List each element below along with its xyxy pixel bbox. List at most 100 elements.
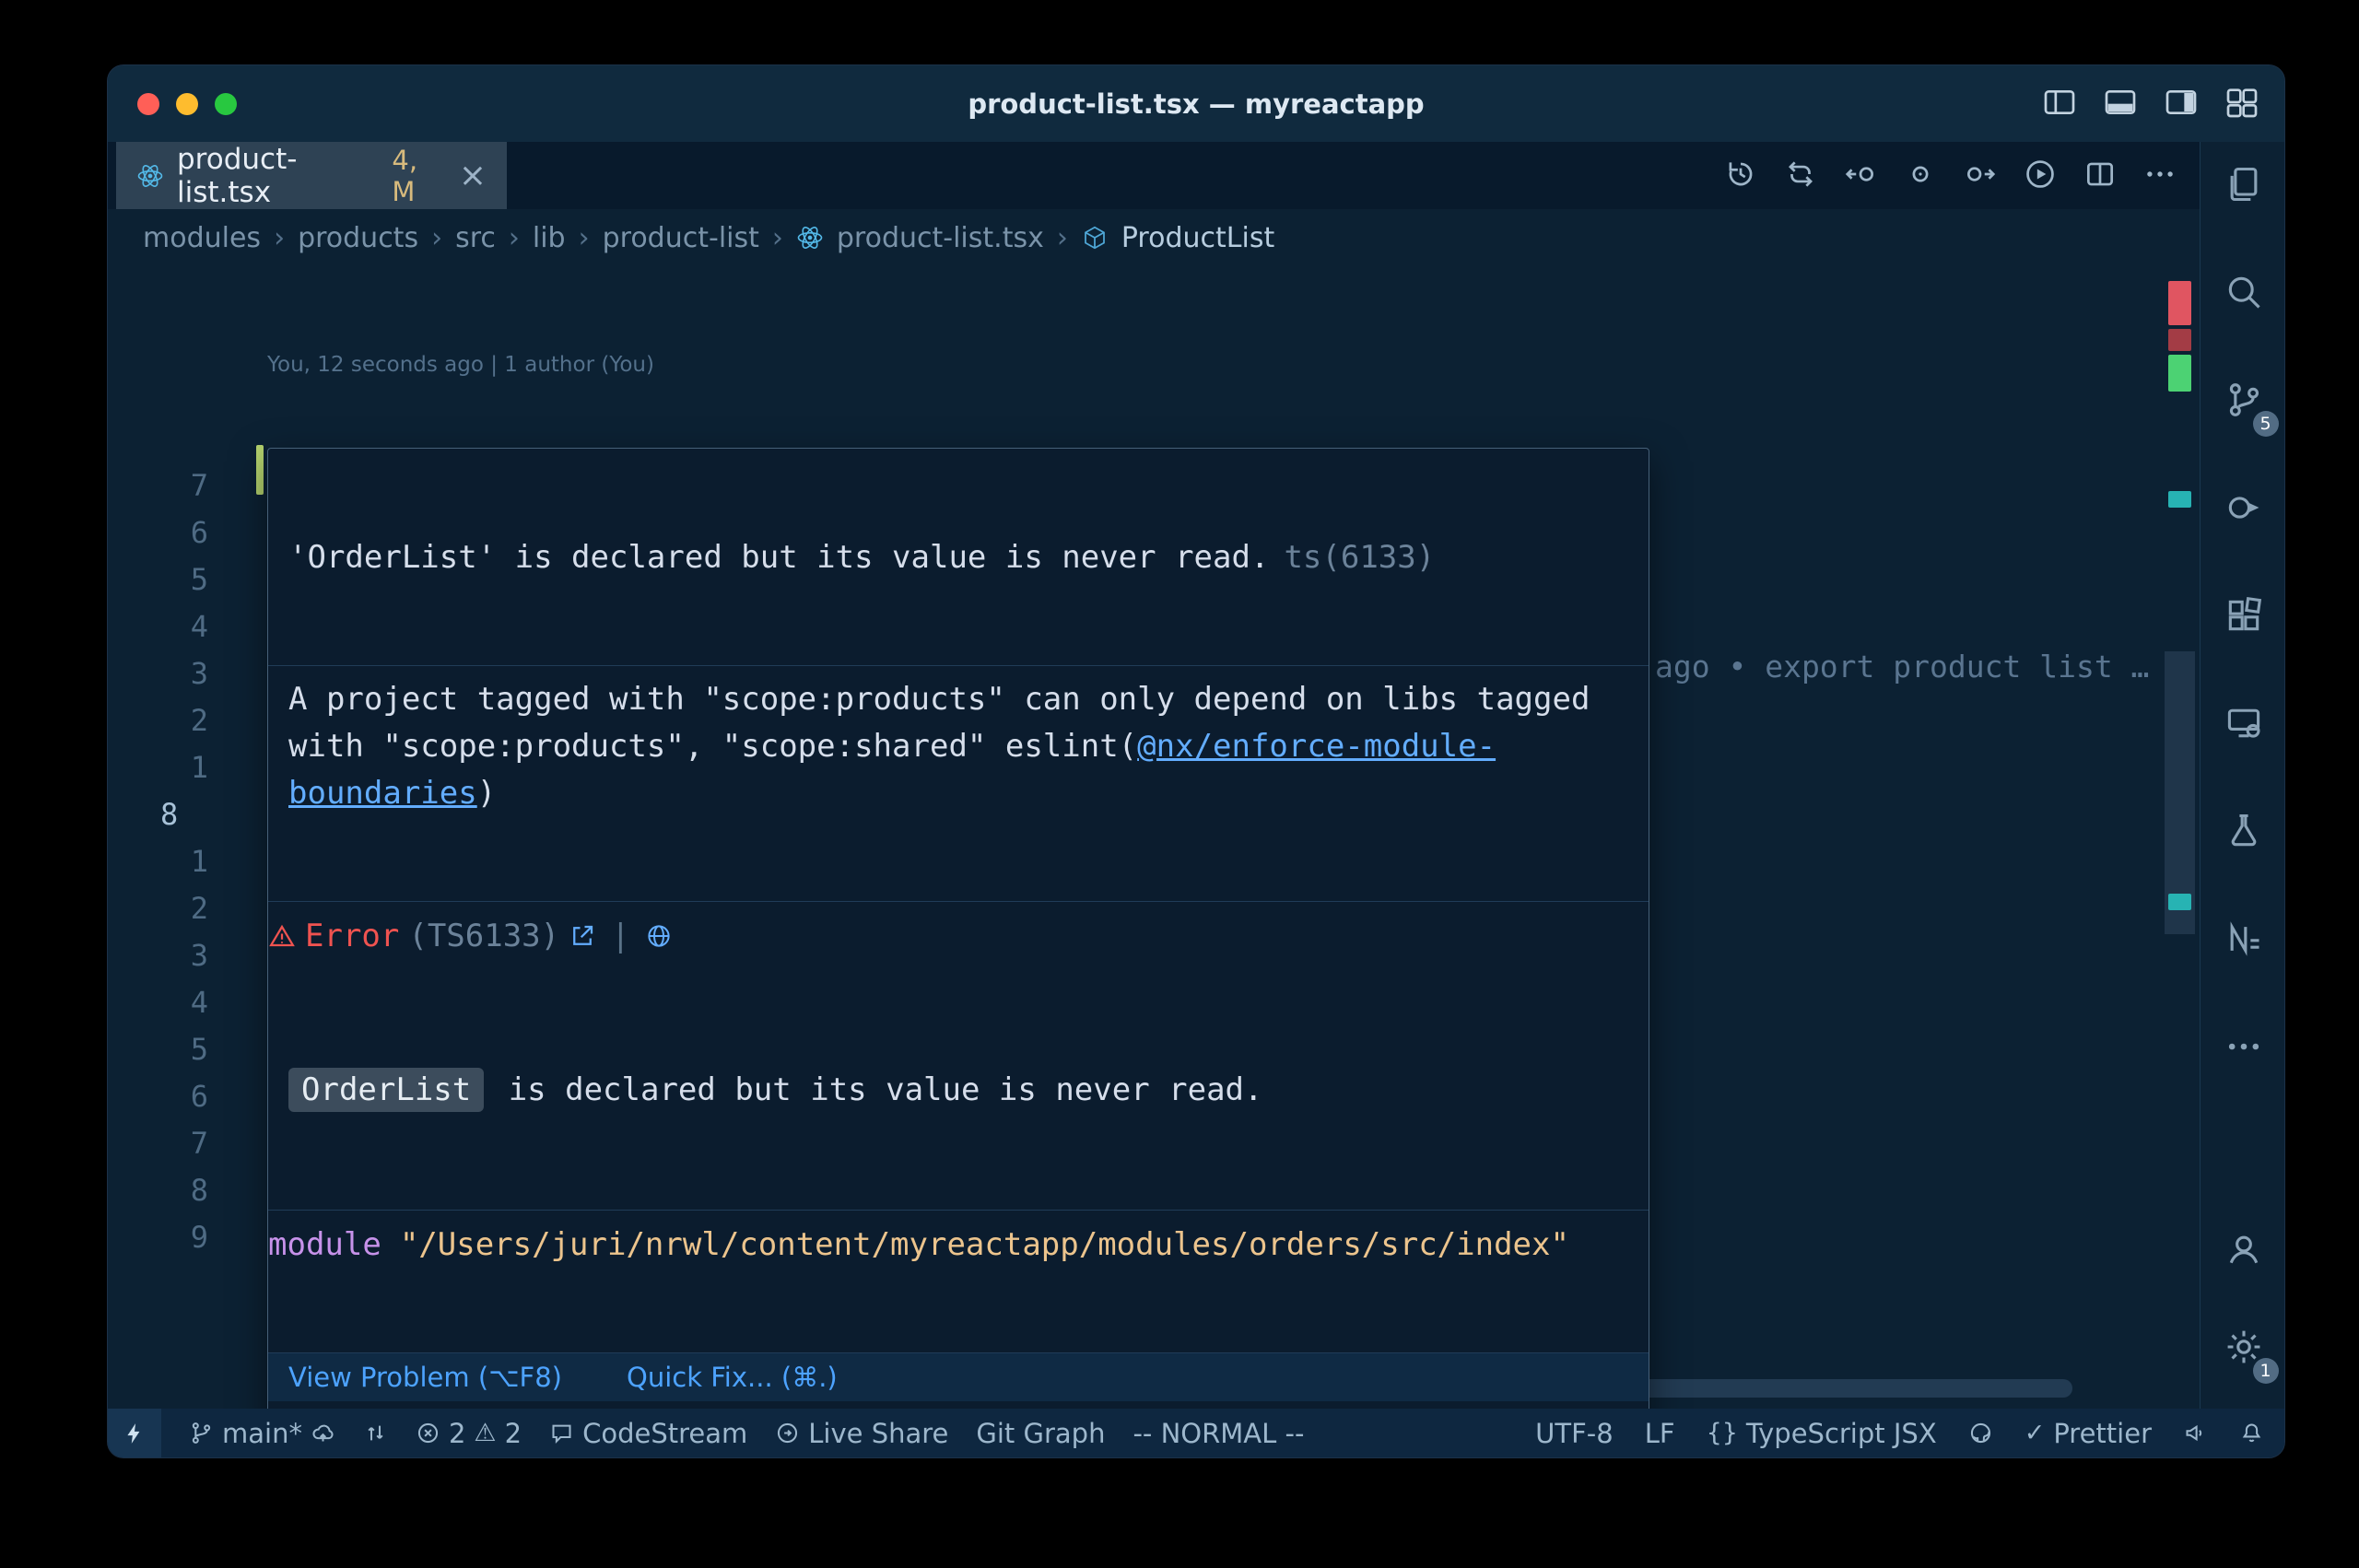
- extensions-icon[interactable]: [2209, 580, 2279, 650]
- breadcrumb-item[interactable]: src: [455, 222, 496, 254]
- severity-label: Error: [305, 918, 399, 954]
- breadcrumb-item[interactable]: lib: [533, 222, 566, 254]
- accounts-icon[interactable]: [2209, 1214, 2279, 1284]
- module-path-row: module"/Users/juri/nrwl/content/myreacta…: [268, 1210, 1649, 1279]
- tab-close-icon[interactable]: ×: [459, 159, 487, 193]
- line-number: 9: [108, 1220, 267, 1255]
- line-number: 6: [108, 515, 267, 550]
- line-number: 1: [108, 750, 267, 785]
- tab-product-list[interactable]: product-list.tsx 4, M ×: [116, 142, 507, 209]
- toggle-sidebar-icon[interactable]: [2041, 84, 2078, 124]
- braces-icon: {}: [1707, 1419, 1738, 1447]
- external-link-icon[interactable]: [569, 922, 596, 950]
- next-change-icon[interactable]: [1963, 157, 1998, 195]
- eol-label: LF: [1645, 1418, 1675, 1449]
- previous-change-icon[interactable]: [1843, 157, 1878, 195]
- git-compare-status[interactable]: [363, 1409, 388, 1457]
- notifications-status[interactable]: [2239, 1409, 2264, 1457]
- warning-count: 2: [505, 1418, 522, 1449]
- ruler-change-mark: [2168, 355, 2191, 392]
- globe-icon[interactable]: [645, 922, 673, 950]
- quick-fix-link[interactable]: Quick Fix... (⌘.): [627, 1362, 838, 1393]
- error-hover-tooltip: 'OrderList' is declared but its value is…: [267, 448, 1649, 1409]
- encoding-label: UTF-8: [1535, 1418, 1614, 1449]
- search-icon[interactable]: [2209, 257, 2279, 327]
- feedback-status[interactable]: [2183, 1409, 2208, 1457]
- encoding-status[interactable]: UTF-8: [1535, 1409, 1614, 1457]
- layout-controls: [2041, 65, 2260, 142]
- tooltip-footer: View Problem (⌥F8) Quick Fix... (⌘.): [268, 1352, 1649, 1401]
- chevron-right-icon: ›: [579, 222, 590, 254]
- warning-triangle-icon: [268, 922, 296, 950]
- github-icon: [1968, 1421, 1993, 1445]
- gutter-change-indicator: [256, 445, 264, 495]
- line-number: 3: [108, 938, 267, 973]
- run-file-icon[interactable]: [2023, 157, 2058, 195]
- ruler-error-mark: [2168, 281, 2191, 325]
- compare-changes-icon[interactable]: [1783, 157, 1818, 195]
- breadcrumb-item[interactable]: products: [298, 222, 418, 254]
- more-actions-icon[interactable]: [2142, 157, 2177, 195]
- git-graph-status[interactable]: Git Graph: [976, 1409, 1105, 1457]
- codestream-status[interactable]: CodeStream: [549, 1409, 747, 1457]
- breadcrumb-item[interactable]: ProductList: [1121, 222, 1274, 254]
- prettier-status[interactable]: ✓ Prettier: [2025, 1409, 2152, 1457]
- customize-layout-icon[interactable]: [2224, 84, 2260, 124]
- toggle-secondary-sidebar-icon[interactable]: [2163, 84, 2200, 124]
- problems-status[interactable]: 2 ⚠ 2: [416, 1409, 522, 1457]
- diagnostic-message-row: 'OrderList' is declared but its value is…: [268, 522, 1649, 591]
- close-window-button[interactable]: [137, 93, 159, 115]
- diagnostic-message: 'OrderList' is declared but its value is…: [288, 539, 1269, 576]
- change-marker-icon[interactable]: [1903, 157, 1938, 195]
- tab-decoration: 4, M: [392, 145, 445, 207]
- branch-status[interactable]: main*: [189, 1409, 335, 1457]
- chevron-right-icon: ›: [1057, 222, 1068, 254]
- code-editor[interactable]: You, 12 seconds ago | 1 author (You) 7im…: [108, 267, 2200, 1409]
- toggle-panel-icon[interactable]: [2102, 84, 2139, 124]
- timeline-icon[interactable]: [1723, 157, 1758, 195]
- view-problem-link[interactable]: View Problem (⌥F8): [288, 1362, 562, 1393]
- line-number: 6: [108, 1079, 267, 1114]
- live-share-icon: [775, 1421, 800, 1445]
- diagnostic-code: ts(6133): [1284, 539, 1435, 576]
- tab-label: product-list.tsx: [177, 143, 379, 209]
- line-number: 2: [108, 891, 267, 926]
- editor-actions: [1723, 142, 2200, 209]
- settings-gear-icon[interactable]: 1: [2209, 1312, 2279, 1382]
- remote-indicator[interactable]: [108, 1409, 161, 1457]
- minimize-window-button[interactable]: [176, 93, 198, 115]
- overview-ruler[interactable]: [2165, 267, 2195, 1409]
- token-message-row: OrderList is declared but its value is n…: [268, 1044, 1649, 1136]
- breadcrumb-item[interactable]: modules: [143, 222, 261, 254]
- testing-beaker-icon[interactable]: [2209, 796, 2279, 866]
- git-graph-label: Git Graph: [976, 1418, 1105, 1449]
- explorer-icon[interactable]: [2209, 149, 2279, 219]
- chevron-right-icon: ›: [509, 222, 520, 254]
- nx-console-icon[interactable]: [2209, 904, 2279, 974]
- eol-status[interactable]: LF: [1645, 1409, 1675, 1457]
- source-control-icon[interactable]: 5: [2209, 365, 2279, 435]
- titlebar: product-list.tsx — myreactapp: [108, 65, 2284, 142]
- language-label: TypeScript JSX: [1746, 1418, 1937, 1449]
- github-status[interactable]: [1968, 1409, 1993, 1457]
- split-editor-icon[interactable]: [2083, 157, 2118, 195]
- module-path: "/Users/juri/nrwl/content/myreactapp/mod…: [400, 1226, 1569, 1263]
- breadcrumb-item[interactable]: product-list: [603, 222, 759, 254]
- vim-mode-label: -- NORMAL --: [1133, 1418, 1304, 1449]
- line-number: 2: [108, 703, 267, 738]
- source-control-badge: 5: [2253, 411, 2279, 437]
- gitlens-codelens[interactable]: You, 12 seconds ago | 1 author (You): [108, 341, 2200, 388]
- line-number: 4: [108, 609, 267, 644]
- severity-row: Error(TS6133) |: [268, 901, 1649, 970]
- language-mode-status[interactable]: {} TypeScript JSX: [1707, 1409, 1937, 1457]
- breadcrumb-item[interactable]: product-list.tsx: [837, 222, 1044, 254]
- run-debug-icon[interactable]: [2209, 473, 2279, 543]
- zoom-window-button[interactable]: [215, 93, 237, 115]
- more-views-icon[interactable]: [2209, 1012, 2279, 1082]
- scrollbar-thumb[interactable]: [2165, 651, 2195, 934]
- error-circle-icon: [416, 1421, 440, 1445]
- remote-explorer-icon[interactable]: [2209, 688, 2279, 758]
- live-share-status[interactable]: Live Share: [775, 1409, 948, 1457]
- git-compare-icon: [363, 1421, 388, 1445]
- ruler-error-mark: [2168, 329, 2191, 351]
